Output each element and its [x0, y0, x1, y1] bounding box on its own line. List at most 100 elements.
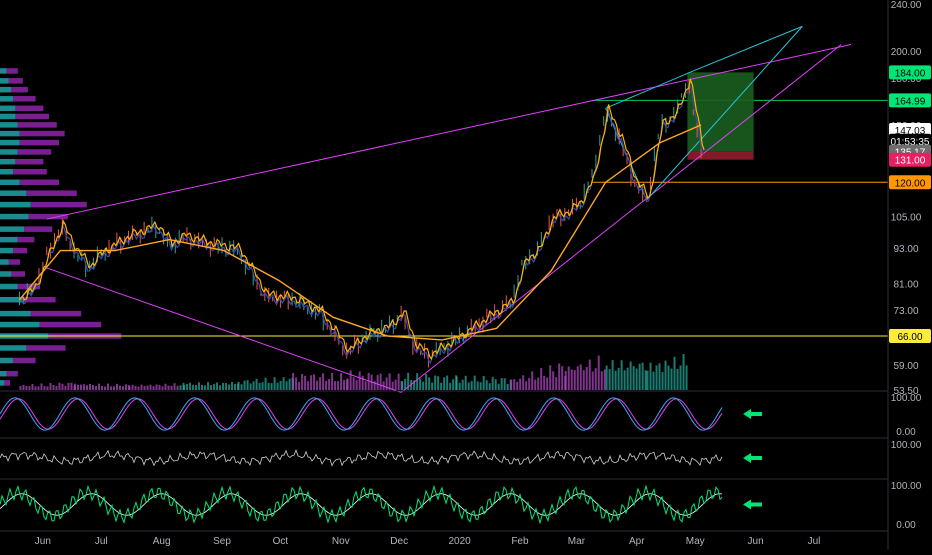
- volume-profile-row-down: [8, 78, 23, 84]
- volume-bar: [522, 375, 525, 390]
- volume-bar: [682, 354, 685, 390]
- volume-bar: [629, 361, 632, 390]
- ma-medium-line: [21, 77, 705, 361]
- volume-bar: [173, 383, 176, 390]
- volume-bar: [343, 379, 346, 390]
- volume-bar: [385, 377, 388, 390]
- volume-bar: [267, 382, 270, 390]
- oscillator-line: [0, 449, 723, 467]
- volume-profile-row-down: [13, 247, 28, 254]
- volume-bar: [34, 386, 37, 390]
- volume-bar: [416, 373, 419, 390]
- volume-profile-row-up: [0, 122, 18, 128]
- volume-profile-row-up: [0, 213, 29, 220]
- time-axis-tick: Jun: [748, 536, 764, 547]
- volume-bar: [25, 386, 28, 390]
- volume-bar: [225, 383, 228, 390]
- horizontal-levels[interactable]: [0, 99, 888, 337]
- volume-profile-row-down: [30, 201, 87, 208]
- volume-bar: [470, 381, 473, 390]
- volume-bar: [494, 379, 497, 390]
- volume-bar: [49, 382, 52, 390]
- oscillator-fast-line: [0, 484, 723, 525]
- trendline: [605, 70, 694, 109]
- volume-bar: [467, 382, 470, 390]
- volume-profile-row-down: [17, 236, 35, 243]
- volume-profile-row-up: [0, 68, 7, 74]
- oscillator-axis-tick: 100.00: [891, 440, 922, 451]
- volume-profile-row-up: [0, 96, 14, 102]
- volume-bar: [617, 367, 620, 390]
- volume-bar: [579, 364, 582, 390]
- volume-bar: [319, 377, 322, 390]
- volume-bar: [255, 378, 258, 390]
- volume-bar: [646, 370, 649, 390]
- volume-bar: [482, 375, 485, 390]
- volume-bar: [322, 373, 325, 390]
- volume-bar: [603, 369, 606, 390]
- trading-chart[interactable]: 240.00200.00180.00165.00150.00105.0093.0…: [0, 0, 932, 550]
- volume-profile-row-up: [0, 345, 27, 351]
- volume-bar: [74, 383, 76, 390]
- volume-bar: [298, 381, 301, 390]
- volume-bar: [204, 385, 207, 390]
- volume-bar: [295, 377, 298, 390]
- oscillator-axis-tick: 100.00: [891, 393, 922, 404]
- volume-bar: [231, 382, 234, 390]
- volume-profile-row-up: [0, 296, 22, 303]
- volume-bar: [641, 362, 644, 390]
- volume-bar: [176, 385, 179, 390]
- volume-profile-row-up: [0, 271, 11, 277]
- trendline: [46, 267, 402, 393]
- volume-bar: [594, 368, 597, 390]
- price-axis[interactable]: 240.00200.00180.00165.00150.00105.0093.0…: [887, 0, 932, 550]
- volume-bar: [273, 377, 276, 390]
- price-series: [18, 77, 705, 368]
- volume-bar: [316, 380, 319, 390]
- volume-bar: [355, 380, 358, 390]
- chart-canvas[interactable]: 240.00200.00180.00165.00150.00105.0093.0…: [0, 0, 932, 550]
- volume-bar: [632, 366, 635, 390]
- volume-bar: [304, 375, 307, 390]
- volume-bar: [55, 386, 58, 390]
- volume-bar: [588, 359, 591, 390]
- volume-bar: [506, 383, 509, 390]
- volume-bar: [258, 382, 261, 390]
- volume-bar: [431, 382, 434, 390]
- volume-bar: [67, 382, 70, 390]
- volume-bar: [140, 384, 143, 390]
- volume-profile-row-up: [0, 149, 18, 155]
- volume-bar: [573, 370, 576, 390]
- volume-bar: [458, 382, 461, 390]
- volume-bar: [497, 383, 500, 390]
- volume-bar: [46, 386, 49, 390]
- price-label-text: 131.00: [895, 156, 926, 167]
- volume-profile-row-up: [0, 259, 9, 265]
- volume-bar: [92, 385, 94, 390]
- volume-bar: [626, 367, 629, 390]
- volume-bar: [161, 386, 164, 390]
- volume-bar: [485, 380, 488, 390]
- trendline: [646, 26, 803, 201]
- volume-bar: [131, 384, 134, 390]
- volume-bar: [644, 370, 647, 390]
- volume-profile-row-up: [0, 78, 9, 84]
- price-axis-tick: 59.00: [893, 361, 918, 372]
- volume-profile-row-down: [15, 113, 49, 120]
- volume-bar: [240, 384, 243, 390]
- trendline: [693, 25, 803, 72]
- volume-bar: [19, 385, 22, 390]
- volume-profile-row-down: [4, 380, 10, 386]
- volume-bar: [31, 384, 34, 390]
- volume-bar: [552, 371, 555, 390]
- time-axis-tick: Sep: [213, 536, 231, 547]
- volume-bar: [461, 379, 464, 390]
- volume-bar: [510, 379, 513, 390]
- volume-bar: [376, 375, 379, 390]
- volume-bar: [77, 384, 79, 390]
- oscillator-axis-tick: 0.00: [896, 427, 916, 438]
- volume-bar: [685, 365, 688, 390]
- volume-bar: [325, 380, 328, 390]
- volume-bar: [207, 382, 210, 390]
- time-axis[interactable]: Jun Jul Aug Sep Oct Nov Dec 2020 Feb Mar Apr May Jun…: [0, 530, 888, 547]
